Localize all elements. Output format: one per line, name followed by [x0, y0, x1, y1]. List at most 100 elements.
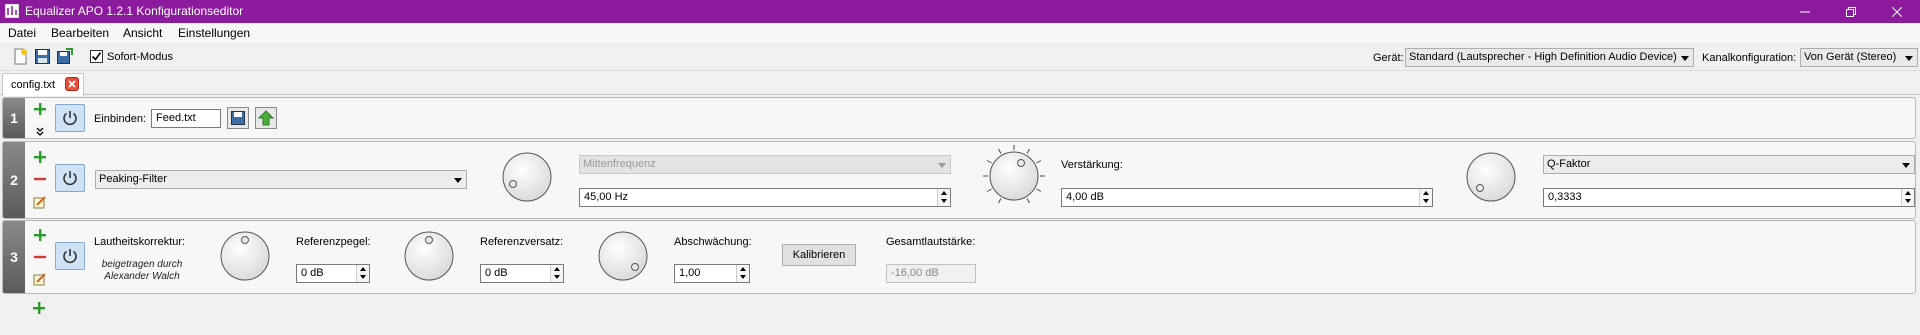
q-param-select[interactable]: Q-Faktor [1543, 155, 1915, 174]
restore-button[interactable] [1828, 0, 1874, 23]
calibrate-button[interactable]: Kalibrieren [782, 244, 856, 266]
add-filter-button[interactable] [33, 150, 47, 164]
remove-filter-button[interactable] [33, 250, 47, 264]
credit-text: beigetragen durch Alexander Walch [91, 259, 193, 283]
chevron-up-icon [1423, 191, 1429, 195]
frequency-value: 45,00 Hz [584, 191, 629, 203]
instant-mode-checkbox[interactable] [90, 50, 103, 63]
chevron-down-icon [360, 275, 366, 279]
power-icon [63, 171, 77, 186]
attenuation-label: Abschwächung: [674, 236, 752, 248]
spin-buttons[interactable] [356, 265, 369, 282]
total-volume-field: -16,00 dB [886, 264, 976, 283]
filter-type-value: Peaking-Filter [99, 173, 167, 185]
go-to-file-button[interactable] [255, 107, 277, 129]
gain-label: Verstärkung: [1061, 159, 1123, 171]
tab-close-button[interactable] [65, 77, 79, 91]
chevron-down-icon [1905, 56, 1913, 61]
app-icon [5, 4, 19, 18]
arrow-up-icon [258, 110, 274, 126]
spin-buttons[interactable] [1901, 189, 1914, 206]
q-input[interactable]: 0,3333 [1543, 188, 1915, 207]
reference-level-input[interactable]: 0 dB [296, 264, 370, 283]
channel-config-value: Von Gerät (Stereo) [1804, 51, 1897, 63]
title-bar: Equalizer APO 1.2.1 Konfigurationseditor [0, 0, 1920, 23]
instant-mode-label: Sofort-Modus [107, 51, 174, 63]
chevron-up-icon [740, 267, 746, 271]
save-as-icon[interactable] [56, 48, 73, 65]
new-file-icon[interactable] [12, 48, 29, 65]
gain-value: 4,00 dB [1066, 191, 1104, 203]
q-value: 0,3333 [1548, 191, 1582, 203]
toolbar: Sofort-Modus Gerät: Standard (Lautsprech… [0, 43, 1920, 71]
chevron-down-icon [941, 199, 947, 203]
edit-filter-button[interactable] [33, 272, 47, 286]
add-filter-bottom-button[interactable] [32, 301, 46, 315]
gain-input[interactable]: 4,00 dB [1061, 188, 1433, 207]
add-filter-button[interactable] [33, 228, 47, 242]
tab-label: config.txt [11, 79, 56, 91]
restore-icon [1846, 6, 1856, 17]
device-select[interactable]: Standard (Lautsprecher - High Definition… [1405, 48, 1694, 67]
attenuation-input[interactable]: 1,00 [674, 264, 750, 283]
minus-icon [34, 255, 46, 259]
save-icon[interactable] [34, 48, 51, 65]
edit-filter-button[interactable] [33, 195, 47, 209]
menu-bearbeiten[interactable]: Bearbeiten [51, 26, 109, 40]
frequency-knob[interactable] [501, 151, 553, 203]
filter-type-select[interactable]: Peaking-Filter [95, 170, 467, 189]
save-icon [231, 111, 245, 125]
chevron-up-icon [941, 191, 947, 195]
menu-einstellungen[interactable]: Einstellungen [178, 26, 250, 40]
filter-panel-3: 3 Lautheitskorrektur: beigetragen durch … [2, 220, 1916, 294]
chevron-down-icon [1681, 56, 1689, 61]
chevron-down-icon [1902, 163, 1910, 168]
tab-config[interactable]: config.txt [2, 73, 84, 96]
q-knob[interactable] [1465, 151, 1517, 203]
tab-bar: config.txt [0, 71, 1920, 96]
spin-buttons[interactable] [550, 265, 563, 282]
total-volume-label: Gesamtlautstärke: [886, 236, 976, 248]
spin-buttons[interactable] [1419, 189, 1432, 206]
power-toggle[interactable] [55, 164, 85, 192]
open-file-button[interactable] [227, 107, 249, 129]
power-toggle[interactable] [55, 242, 85, 270]
menu-datei[interactable]: Datei [8, 26, 36, 40]
channel-config-select[interactable]: Von Gerät (Stereo) [1800, 48, 1918, 67]
spin-buttons[interactable] [736, 265, 749, 282]
gain-knob[interactable] [981, 143, 1047, 209]
include-file-input[interactable]: Feed.txt [151, 109, 221, 128]
reference-offset-knob[interactable] [403, 230, 455, 282]
filter-number: 3 [3, 221, 25, 293]
chevron-up-icon [554, 267, 560, 271]
window-title: Equalizer APO 1.2.1 Konfigurationseditor [25, 4, 244, 18]
attenuation-knob[interactable] [597, 230, 649, 282]
attenuation-value: 1,00 [679, 267, 701, 279]
reference-level-label: Referenzpegel: [296, 236, 371, 248]
loudness-title: Lautheitskorrektur: [94, 236, 186, 248]
reference-offset-input[interactable]: 0 dB [480, 264, 564, 283]
chevron-up-icon [1905, 191, 1911, 195]
chevron-down-icon [1905, 199, 1911, 203]
filter-panel-2: 2 Peaking-Filter Mittenfrequenz 45,00 Hz [2, 141, 1916, 219]
plus-icon [34, 151, 46, 163]
filter-panel-1: 1 Einbinden: Feed.txt [2, 97, 1916, 139]
minimize-icon [1800, 11, 1810, 12]
menu-ansicht[interactable]: Ansicht [123, 26, 162, 40]
q-param-label: Q-Faktor [1547, 158, 1591, 170]
chevron-down-icon [1423, 199, 1429, 203]
power-toggle[interactable] [55, 104, 85, 132]
frequency-param-select: Mittenfrequenz [579, 155, 951, 174]
reference-level-value: 0 dB [301, 267, 324, 279]
remove-filter-button[interactable] [33, 172, 47, 186]
spin-buttons[interactable] [937, 189, 950, 206]
reference-level-knob[interactable] [219, 230, 271, 282]
minimize-button[interactable] [1782, 0, 1828, 23]
reference-offset-value: 0 dB [485, 267, 508, 279]
close-icon [68, 80, 76, 88]
frequency-input[interactable]: 45,00 Hz [579, 188, 951, 207]
close-button[interactable] [1874, 0, 1920, 23]
close-icon [1892, 6, 1902, 17]
add-filter-button[interactable] [33, 102, 47, 116]
expand-button[interactable] [33, 124, 47, 138]
